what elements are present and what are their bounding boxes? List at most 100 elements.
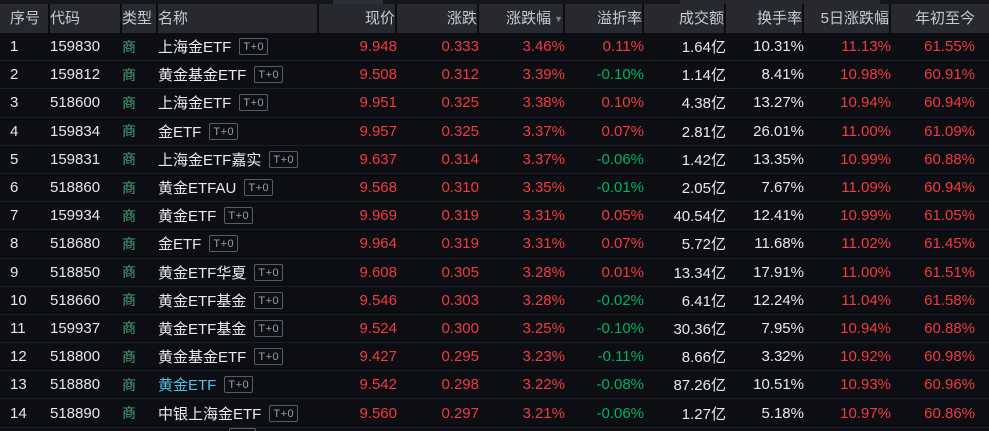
security-name-cell: 黄金ETFAU T+0	[158, 177, 319, 198]
premium-discount-rate: 0.07%	[565, 123, 644, 140]
table-row[interactable]: 7159934商黄金ETFT+09.9690.3193.31%0.05%40.5…	[0, 202, 989, 230]
table-row[interactable]: 1159830商上海金ETFT+09.9480.3333.46%0.11%1.6…	[0, 33, 989, 61]
t0-trading-badge: T+0	[254, 66, 283, 83]
price-change: 0.310	[397, 179, 479, 196]
column-header-label: 涨跌幅	[506, 10, 551, 27]
ytd-change: 61.05%	[891, 207, 989, 224]
price-change: 0.297	[397, 405, 479, 422]
security-type-tag: 商	[122, 234, 158, 254]
security-type-tag: 商	[122, 262, 158, 282]
turnover-amount: 13.34亿	[644, 262, 726, 283]
premium-discount-rate: -0.06%	[565, 405, 644, 422]
table-row[interactable]: 6518860商黄金ETFAUT+09.5680.3103.35%-0.01%2…	[0, 174, 989, 202]
price-change: 0.295	[397, 348, 479, 365]
table-row[interactable]: 2159812商黄金基金ETFT+09.5080.3123.39%-0.10%1…	[0, 61, 989, 89]
turnover-rate: 8.41%	[726, 66, 804, 83]
t0-trading-badge: T+0	[254, 292, 283, 309]
table-row[interactable]: 3518600商上海金ETFT+09.9510.3253.38%0.10%4.3…	[0, 89, 989, 117]
row-index: 14	[0, 405, 50, 422]
column-header-type[interactable]: 类型	[122, 4, 158, 33]
table-row[interactable]: 4159834商金ETFT+09.9570.3253.37%0.07%2.81亿…	[0, 118, 989, 146]
column-header-turnover[interactable]: 成交额	[644, 4, 726, 33]
premium-discount-rate: 0.11%	[565, 38, 644, 55]
turnover-rate: 12.41%	[726, 207, 804, 224]
security-name: 上海金ETF	[158, 36, 231, 57]
ytd-change: 61.55%	[891, 38, 989, 55]
turnover-amount: 87.26亿	[644, 374, 726, 395]
five-day-change: 10.94%	[804, 320, 891, 337]
turnover-amount: 1.27亿	[644, 403, 726, 424]
security-name: 黄金ETFAU	[158, 177, 236, 198]
row-index: 9	[0, 264, 50, 281]
five-day-change: 10.99%	[804, 207, 891, 224]
ytd-change: 60.98%	[891, 348, 989, 365]
table-row[interactable]: 9518850商黄金ETF华夏T+09.6080.3053.28%0.01%13…	[0, 259, 989, 287]
price-change: 0.325	[397, 94, 479, 111]
sort-desc-icon: ▼	[554, 14, 563, 24]
price-change: 0.300	[397, 320, 479, 337]
change-percent: 3.21%	[479, 405, 565, 422]
price-change: 0.305	[397, 264, 479, 281]
security-code: 518660	[50, 292, 122, 309]
turnover-rate: 13.27%	[726, 94, 804, 111]
turnover-rate: 12.24%	[726, 292, 804, 309]
security-type-tag: 商	[122, 178, 158, 198]
last-price: 9.951	[319, 94, 397, 111]
column-header-change[interactable]: 涨跌	[397, 4, 479, 33]
column-header-name[interactable]: 名称	[158, 4, 319, 33]
last-price: 9.508	[319, 66, 397, 83]
column-header-ytd[interactable]: 年初至今	[891, 4, 989, 33]
table-row[interactable]: 12518800商黄金基金ETFT+09.4270.2953.23%-0.11%…	[0, 343, 989, 371]
ytd-change: 60.88%	[891, 151, 989, 168]
five-day-change: 10.99%	[804, 151, 891, 168]
column-header-change_pct[interactable]: 涨跌幅▼	[479, 4, 565, 33]
turnover-amount: 5.72亿	[644, 233, 726, 254]
security-code: 518600	[50, 94, 122, 111]
table-row[interactable]: 11159937商黄金ETF基金T+09.5240.3003.25%-0.10%…	[0, 315, 989, 343]
ytd-change: 61.09%	[891, 123, 989, 140]
table-row[interactable]: 13518880商黄金ETFT+09.5420.2983.22%-0.08%87…	[0, 371, 989, 399]
security-name: 黄金ETF	[158, 205, 216, 226]
security-code: 159937	[50, 320, 122, 337]
security-type-tag: 商	[122, 149, 158, 169]
price-change: 0.312	[397, 66, 479, 83]
security-name-cell: 黄金ETFT+0	[158, 374, 319, 395]
security-type-tag: 商	[122, 93, 158, 113]
security-type-tag: 商	[122, 375, 158, 395]
last-price: 9.948	[319, 38, 397, 55]
ytd-change: 61.58%	[891, 292, 989, 309]
row-index: 4	[0, 123, 50, 140]
last-price: 9.542	[319, 376, 397, 393]
change-percent: 3.35%	[479, 179, 565, 196]
column-header-label: 类型	[122, 10, 152, 27]
table-row[interactable]: 10518660商黄金ETF基金T+09.5460.3033.28%-0.02%…	[0, 287, 989, 315]
t0-trading-badge: T+0	[244, 179, 273, 196]
column-header-seq[interactable]: 序号	[0, 4, 50, 33]
column-header-price[interactable]: 现价	[319, 4, 397, 33]
turnover-rate: 13.35%	[726, 151, 804, 168]
table-row[interactable]: 14518890商中银上海金ETFT+09.5600.2973.21%-0.06…	[0, 399, 989, 427]
price-change: 0.303	[397, 292, 479, 309]
column-header-turnover_rate[interactable]: 换手率	[726, 4, 804, 33]
turnover-rate: 7.67%	[726, 179, 804, 196]
t0-trading-badge: T+0	[209, 123, 238, 140]
table-row[interactable]: 8518680商金ETFT+09.9640.3193.31%0.07%5.72亿…	[0, 230, 989, 258]
security-type-tag: 商	[122, 37, 158, 57]
turnover-amount: 2.05亿	[644, 177, 726, 198]
column-header-premium[interactable]: 溢折率	[565, 4, 644, 33]
row-index: 1	[0, 38, 50, 55]
last-price: 9.568	[319, 179, 397, 196]
column-header-code[interactable]: 代码	[50, 4, 122, 33]
premium-discount-rate: 0.10%	[565, 94, 644, 111]
row-index: 2	[0, 66, 50, 83]
security-code: 518850	[50, 264, 122, 281]
security-name: 上海金ETF嘉实	[158, 149, 261, 170]
table-row[interactable]: 5159831商上海金ETF嘉实T+09.6370.3143.37%-0.06%…	[0, 146, 989, 174]
ytd-change: 60.94%	[891, 94, 989, 111]
five-day-change: 10.98%	[804, 66, 891, 83]
column-header-d5_pct[interactable]: 5日涨跌幅	[804, 4, 891, 33]
row-index: 12	[0, 348, 50, 365]
last-price: 9.964	[319, 235, 397, 252]
ytd-change: 60.91%	[891, 66, 989, 83]
premium-discount-rate: 0.01%	[565, 264, 644, 281]
